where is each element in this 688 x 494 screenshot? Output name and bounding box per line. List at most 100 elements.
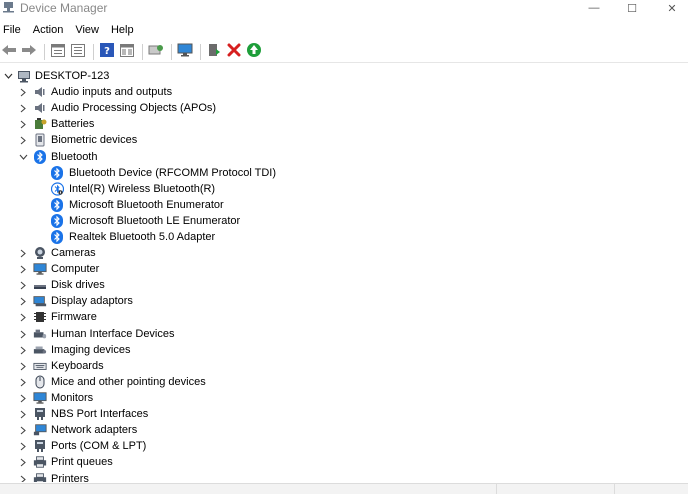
monitor-icon	[177, 43, 193, 60]
chevron-right-icon[interactable]	[17, 454, 29, 470]
tree-device-label: Bluetooth Device (RFCOMM Protocol TDI)	[69, 167, 277, 179]
tree-category-label: Imaging devices	[51, 344, 131, 356]
forward-button[interactable]	[20, 43, 38, 61]
computer-icon	[33, 262, 47, 276]
chevron-right-icon[interactable]	[17, 245, 29, 261]
tree-category-disk-drives[interactable]: Disk drives	[17, 277, 105, 293]
maximize-button[interactable]: ☐	[612, 0, 652, 16]
display-adapter-icon	[33, 294, 47, 308]
tree-device-intel-r-wireless-bluetooth-r[interactable]: Intel(R) Wireless Bluetooth(R)	[50, 181, 215, 197]
tree-category-print-queues[interactable]: Print queues	[17, 454, 113, 470]
chevron-right-icon[interactable]	[17, 374, 29, 390]
tree-category-biometric-devices[interactable]: Biometric devices	[17, 132, 137, 148]
scan-icon	[148, 43, 164, 60]
tree-category-audio-inputs-and-outputs[interactable]: Audio inputs and outputs	[17, 84, 172, 100]
tree-category-batteries[interactable]: Batteries	[17, 116, 94, 132]
chevron-right-icon[interactable]	[17, 326, 29, 342]
chevron-right-icon[interactable]	[17, 84, 29, 100]
tree-category-monitors[interactable]: Monitors	[17, 390, 93, 406]
tree-device-label: Microsoft Bluetooth LE Enumerator	[69, 215, 241, 227]
chevron-right-icon[interactable]	[17, 100, 29, 116]
properties-button[interactable]	[49, 43, 67, 61]
enable-device-button[interactable]	[245, 43, 263, 61]
bluetooth-icon	[50, 166, 64, 180]
tree-category-label: Cameras	[51, 247, 96, 259]
help-button[interactable]: ?	[98, 43, 116, 61]
tree-category-audio-processing-objects-apos[interactable]: Audio Processing Objects (APOs)	[17, 100, 216, 116]
scan-hardware-button[interactable]	[147, 43, 165, 61]
list-button[interactable]	[69, 43, 87, 61]
tree-root[interactable]: DESKTOP-123	[2, 68, 109, 84]
chevron-right-icon[interactable]	[17, 261, 29, 277]
chevron-right-icon[interactable]	[17, 390, 29, 406]
tree-device-label: Realtek Bluetooth 5.0 Adapter	[69, 231, 216, 243]
chevron-right-icon[interactable]	[17, 309, 29, 325]
tree-category-mice-and-other-pointing-devices[interactable]: Mice and other pointing devices	[17, 374, 206, 390]
status-divider	[496, 484, 497, 494]
tree-device-microsoft-bluetooth-le-enumerator[interactable]: Microsoft Bluetooth LE Enumerator	[50, 213, 240, 229]
chevron-right-icon[interactable]	[17, 358, 29, 374]
tree-category-label: Bluetooth	[51, 151, 98, 163]
update-driver-icon	[207, 43, 221, 60]
chevron-down-icon[interactable]	[17, 149, 29, 165]
chevron-down-icon[interactable]	[2, 68, 14, 84]
back-button[interactable]	[0, 43, 18, 61]
tree-category-display-adaptors[interactable]: Display adaptors	[17, 293, 133, 309]
monitor-button[interactable]	[176, 43, 194, 61]
tree-category-label: Printers	[51, 473, 89, 482]
tree-category-label: Disk drives	[51, 279, 105, 291]
tree-category-label: Audio inputs and outputs	[51, 86, 173, 98]
close-button[interactable]: ✕	[652, 0, 688, 16]
bluetooth-icon	[50, 230, 64, 244]
tree-category-label: Display adaptors	[51, 295, 133, 307]
tree-category-imaging-devices[interactable]: Imaging devices	[17, 342, 131, 358]
menu-view[interactable]: View	[69, 21, 105, 40]
minimize-button[interactable]: —	[574, 0, 614, 16]
menu-file[interactable]: File	[0, 21, 27, 40]
bluetooth-icon	[33, 150, 47, 164]
tree-device-realtek-bluetooth-5-0-adapter[interactable]: Realtek Bluetooth 5.0 Adapter	[50, 229, 215, 245]
tree-category-firmware[interactable]: Firmware	[17, 309, 97, 325]
menu-help[interactable]: Help	[105, 21, 140, 40]
tree-category-label: Biometric devices	[51, 134, 138, 146]
chevron-right-icon[interactable]	[17, 277, 29, 293]
tree-category-ports-com-lpt[interactable]: Ports (COM & LPT)	[17, 438, 146, 454]
printer-icon	[33, 472, 47, 482]
tree-category-human-interface-devices[interactable]: Human Interface Devices	[17, 326, 175, 342]
chevron-right-icon[interactable]	[17, 342, 29, 358]
tree-category-label: Keyboards	[51, 360, 104, 372]
chevron-right-icon[interactable]	[17, 438, 29, 454]
view-button[interactable]	[118, 43, 136, 61]
uninstall-device-button[interactable]	[225, 43, 243, 61]
tree-category-label: Print queues	[51, 456, 113, 468]
tree-category-computer[interactable]: Computer	[17, 261, 99, 277]
update-driver-button[interactable]	[205, 43, 223, 61]
hid-icon	[33, 327, 47, 341]
tree-category-keyboards[interactable]: Keyboards	[17, 358, 104, 374]
tree-category-network-adapters[interactable]: Network adapters	[17, 422, 137, 438]
chevron-right-icon[interactable]	[17, 116, 29, 132]
tree-category-bluetooth[interactable]: Bluetooth	[17, 149, 97, 165]
chevron-right-icon[interactable]	[17, 132, 29, 148]
toolbar-separator	[93, 43, 94, 60]
chevron-right-icon[interactable]	[17, 471, 29, 482]
tree-category-label: Computer	[51, 263, 100, 275]
status-bar	[0, 483, 688, 494]
tree-category-printers[interactable]: Printers	[17, 471, 89, 482]
chevron-right-icon[interactable]	[17, 293, 29, 309]
tree-device-bluetooth-device-rfcomm-protocol-tdi[interactable]: Bluetooth Device (RFCOMM Protocol TDI)	[50, 165, 276, 181]
speaker-icon	[33, 85, 47, 99]
chevron-right-icon[interactable]	[17, 422, 29, 438]
chevron-right-icon[interactable]	[17, 406, 29, 422]
tree-category-label: Monitors	[51, 392, 94, 404]
keyboard-icon	[33, 359, 47, 373]
menu-action[interactable]: Action	[27, 21, 70, 40]
menu-bar: File Action View Help	[0, 21, 688, 40]
minimize-icon: —	[588, 2, 600, 14]
tree-category-cameras[interactable]: Cameras	[17, 245, 96, 261]
tree-category-nbs-port-interfaces[interactable]: NBS Port Interfaces	[17, 406, 148, 422]
help-icon: ?	[100, 43, 114, 60]
toolbar: ?	[0, 41, 688, 63]
tree-device-microsoft-bluetooth-enumerator[interactable]: Microsoft Bluetooth Enumerator	[50, 197, 224, 213]
camera-icon	[33, 246, 47, 260]
